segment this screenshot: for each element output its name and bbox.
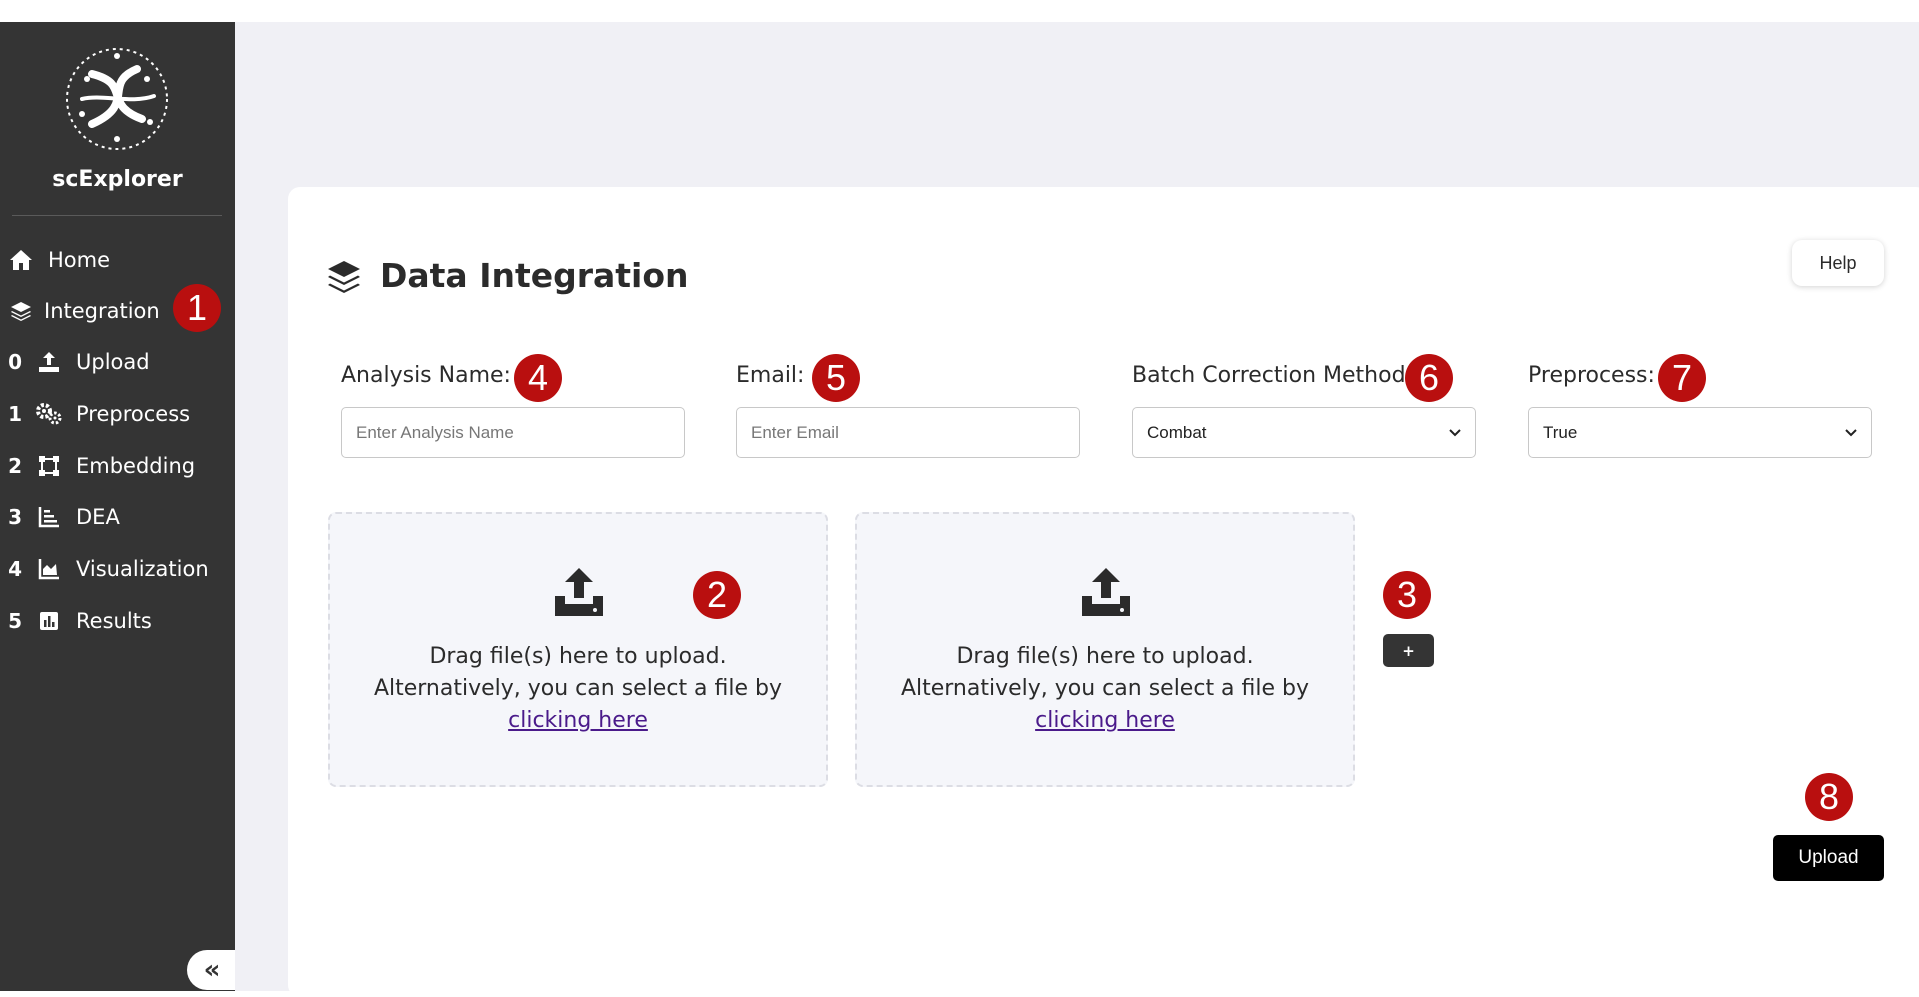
- batch-correction-label: Batch Correction Method:: [1132, 363, 1413, 388]
- upload-button[interactable]: Upload: [1773, 835, 1884, 881]
- layers-icon: [8, 298, 34, 324]
- dropzone-line2: Alternatively, you can select a file by: [373, 676, 783, 701]
- dropzone-text: Drag file(s) here to upload. Alternative…: [857, 641, 1353, 737]
- dropzone-line1: Drag file(s) here to upload.: [956, 644, 1254, 669]
- preprocess-select[interactable]: True: [1528, 407, 1872, 458]
- step-number: 5: [8, 609, 22, 633]
- sidebar-item-label: DEA: [76, 505, 120, 529]
- annotation-marker: 4: [514, 354, 562, 402]
- sidebar: scExplorer Home Integration 0 Upload 1 P…: [0, 22, 237, 991]
- dropzone-line1: Drag file(s) here to upload.: [429, 644, 727, 669]
- upload-icon: [36, 349, 62, 375]
- add-dropzone-button[interactable]: +: [1383, 634, 1434, 667]
- help-button[interactable]: Help: [1792, 240, 1884, 286]
- annotation-marker: 3: [1383, 571, 1431, 619]
- sidebar-item-label: Preprocess: [76, 402, 191, 426]
- step-number: 0: [8, 350, 22, 374]
- poll-icon: [36, 608, 62, 634]
- sidebar-item-dea[interactable]: 3 DEA: [0, 497, 235, 537]
- upload-icon: [1082, 568, 1130, 616]
- top-strip: [0, 0, 1919, 22]
- chevron-down-icon: [1845, 428, 1857, 436]
- annotation-marker: 2: [693, 571, 741, 619]
- annotation-marker: 8: [1805, 773, 1853, 821]
- sidebar-divider: [12, 215, 222, 216]
- select-file-link[interactable]: clicking here: [1035, 708, 1175, 733]
- home-icon: [8, 247, 34, 273]
- dropzone-text: Drag file(s) here to upload. Alternative…: [330, 641, 826, 737]
- select-file-link[interactable]: clicking here: [508, 708, 648, 733]
- sidebar-item-preprocess[interactable]: 1 Preprocess: [0, 394, 235, 434]
- batch-correction-select[interactable]: Combat: [1132, 407, 1476, 458]
- analysis-name-label: Analysis Name:: [341, 363, 511, 388]
- step-number: 4: [8, 557, 22, 581]
- chevron-down-icon: [1449, 428, 1461, 436]
- email-label: Email:: [736, 363, 805, 388]
- sidebar-item-label: Integration: [44, 299, 160, 323]
- layers-icon: [328, 261, 360, 293]
- collapse-sidebar-button[interactable]: «: [187, 950, 237, 990]
- dna-network-logo: [66, 48, 168, 150]
- sidebar-item-embedding[interactable]: 2 Embedding: [0, 446, 235, 486]
- sidebar-item-label: Visualization: [76, 557, 209, 581]
- sidebar-item-results[interactable]: 5 Results: [0, 601, 235, 641]
- sidebar-item-visualization[interactable]: 4 Visualization: [0, 549, 235, 589]
- annotation-marker: 7: [1658, 354, 1706, 402]
- annotation-marker: 6: [1405, 354, 1453, 402]
- annotation-marker: 1: [173, 284, 221, 332]
- brand-name: scExplorer: [52, 167, 183, 192]
- step-number: 1: [8, 402, 22, 426]
- step-number: 2: [8, 454, 22, 478]
- sidebar-item-upload[interactable]: 0 Upload: [0, 342, 235, 382]
- sidebar-item-label: Upload: [76, 350, 150, 374]
- selected-value: True: [1543, 422, 1578, 442]
- step-number: 3: [8, 505, 22, 529]
- selected-value: Combat: [1147, 422, 1207, 442]
- sidebar-item-home[interactable]: Home: [0, 240, 235, 280]
- double-chevron-left-icon: «: [203, 955, 221, 985]
- preprocess-label: Preprocess:: [1528, 363, 1655, 388]
- vector-square-icon: [36, 453, 62, 479]
- page-title: Data Integration: [380, 256, 689, 295]
- file-dropzone[interactable]: Drag file(s) here to upload. Alternative…: [328, 512, 828, 787]
- annotation-marker: 5: [812, 354, 860, 402]
- bar-chart-icon: [36, 504, 62, 530]
- sidebar-item-label: Results: [76, 609, 152, 633]
- upload-icon: [555, 568, 603, 616]
- file-dropzone[interactable]: Drag file(s) here to upload. Alternative…: [855, 512, 1355, 787]
- analysis-name-input[interactable]: Enter Analysis Name: [341, 407, 685, 458]
- sidebar-item-label: Embedding: [76, 454, 196, 478]
- sidebar-item-label: Home: [48, 248, 111, 272]
- email-input[interactable]: Enter Email: [736, 407, 1080, 458]
- area-chart-icon: [36, 556, 62, 582]
- dropzone-line2: Alternatively, you can select a file by: [900, 676, 1310, 701]
- gears-icon: [36, 401, 62, 427]
